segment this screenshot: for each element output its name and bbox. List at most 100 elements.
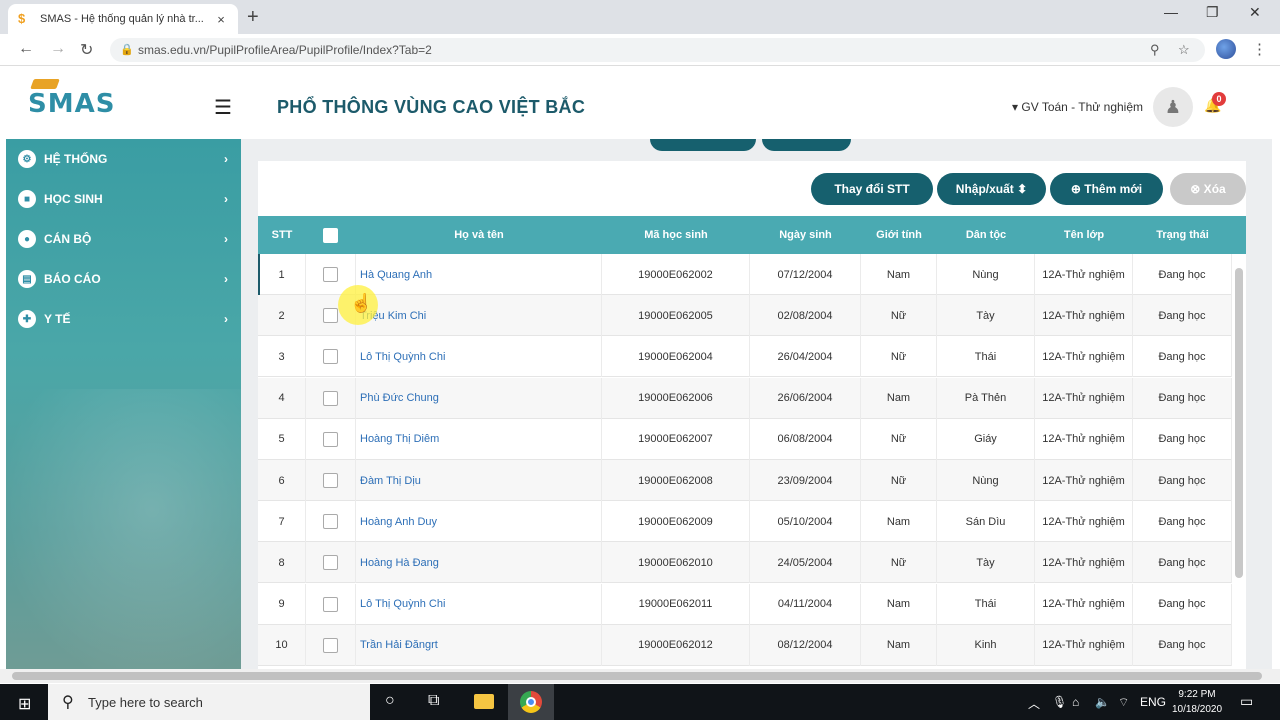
import-export-dropdown[interactable]: Nhập/xuất ⬍ [937, 173, 1046, 205]
tray-chevron-icon[interactable]: ︿ [1028, 695, 1040, 712]
row-checkbox[interactable] [323, 637, 338, 653]
sidebar-item-hoc-sinh[interactable]: ■ HỌC SINH › [18, 189, 228, 209]
table-row[interactable]: 5 Hoàng Thị Diêm 19000E062007 06/08/2004 Nữ G… [258, 418, 1232, 460]
header-gender[interactable]: Giới tính [861, 216, 937, 254]
smas-logo[interactable]: SMAS [28, 79, 115, 119]
row-checkbox[interactable] [323, 596, 338, 612]
window-close-icon[interactable]: ✕ [1249, 4, 1261, 21]
top-button-partial[interactable] [650, 139, 756, 151]
row-checkbox[interactable] [323, 308, 338, 324]
horizontal-scrollbar[interactable] [0, 669, 1280, 683]
browser-menu-icon[interactable]: ⋮ [1252, 40, 1267, 58]
student-name-link[interactable]: Trần Hải Đăngrt [360, 639, 438, 651]
table-row[interactable]: 10 Trần Hải Đăngrt 19000E062012 08/12/2004 N… [258, 624, 1232, 666]
student-code-cell: 19000E062002 [638, 268, 713, 281]
volume-icon[interactable]: 🔈 [1095, 695, 1110, 709]
user-menu[interactable]: ▾ GV Toán - Thử nghiệm [1012, 100, 1143, 114]
header-ethnic[interactable]: Dân tộc [937, 216, 1035, 254]
header-class[interactable]: Tên lớp [1035, 216, 1133, 254]
microphone-icon[interactable]: 🎙 [1052, 695, 1067, 709]
change-order-button[interactable]: Thay đổi STT [811, 173, 933, 205]
student-name-link[interactable]: Hoàng Thị Diêm [360, 433, 439, 445]
bookmark-star-icon[interactable]: ☆ [1178, 38, 1190, 62]
student-code-cell-container: 19000E062009 [602, 501, 750, 543]
sidebar-item-y-te[interactable]: ✚ Y TẾ › [18, 309, 228, 329]
gender-cell-container: Nữ [861, 460, 937, 501]
stt-cell: 9 [278, 598, 285, 611]
table-row[interactable]: 4 Phù Đức Chung 19000E062006 26/06/2004 Nam P… [258, 377, 1232, 419]
delete-button[interactable]: ⊗ Xóa [1170, 173, 1246, 205]
sidebar-item-bao-cao[interactable]: ▤ BÁO CÁO › [18, 269, 228, 289]
back-icon[interactable]: ← [18, 40, 34, 58]
sidebar-item-he-thong[interactable]: ⚙ HỆ THỐNG › [18, 149, 228, 169]
table-row[interactable]: 2 Triệu Kim Chi 19000E062005 02/08/2004 Nữ Tà… [258, 295, 1232, 337]
top-button-partial-2[interactable] [762, 139, 851, 151]
student-name-link[interactable]: Hoàng Hà Đang [360, 557, 439, 569]
row-checkbox[interactable] [323, 473, 338, 488]
row-checkbox[interactable] [323, 555, 338, 571]
profile-avatar-icon[interactable] [1216, 39, 1236, 59]
header-status[interactable]: Trạng thái [1133, 216, 1232, 254]
student-name-link[interactable]: Đàm Thị Dịu [360, 475, 421, 487]
header-name[interactable]: Họ và tên [356, 216, 602, 254]
chevron-right-icon: › [224, 312, 228, 326]
dob-cell-container: 24/05/2004 [750, 542, 861, 584]
row-checkbox[interactable] [323, 267, 338, 282]
sidebar-item-can-bo[interactable]: ● CÁN BỘ › [18, 229, 228, 249]
school-name: PHỔ THÔNG VÙNG CAO VIỆT BẮC [277, 97, 586, 117]
tab-close-icon[interactable]: × [214, 12, 228, 27]
task-view-icon[interactable]: ⧉ [428, 692, 439, 710]
student-code-cell: 19000E062005 [638, 309, 713, 322]
status-cell: Đang học [1158, 268, 1206, 281]
wifi-icon[interactable]: ⌔ [1118, 695, 1129, 710]
student-name-link[interactable]: Lô Thị Quỳnh Chi [360, 351, 445, 363]
dob-cell: 07/12/2004 [777, 268, 833, 281]
network-icon[interactable]: ⌂ [1072, 695, 1079, 709]
row-checkbox[interactable] [323, 514, 338, 530]
windows-start-icon[interactable]: ⊞ [18, 694, 31, 714]
chrome-icon[interactable] [520, 691, 542, 713]
zoom-icon[interactable]: ⚲ [1150, 38, 1160, 62]
new-tab-button[interactable]: + [247, 6, 259, 29]
hamburger-menu-icon[interactable]: ☰ [214, 95, 232, 120]
minimize-icon[interactable]: — [1164, 4, 1178, 20]
url-field[interactable]: 🔒 smas.edu.vn/PupilProfileArea/PupilProf… [110, 38, 1205, 62]
cortana-icon[interactable]: ○ [385, 692, 395, 710]
student-code-cell: 19000E062008 [638, 474, 713, 487]
student-name-link[interactable]: Lô Thị Quỳnh Chi [360, 598, 445, 610]
header-code[interactable]: Mã học sinh [602, 216, 750, 254]
header-dob[interactable]: Ngày sinh [750, 216, 861, 254]
stt-cell-container: 5 [258, 418, 306, 460]
sidebar-item-label: Y TẾ [44, 312, 71, 326]
vertical-scrollbar[interactable] [1234, 258, 1244, 668]
scrollbar-thumb[interactable] [1235, 268, 1243, 578]
row-checkbox[interactable] [323, 390, 338, 406]
student-name-link[interactable]: Hà Quang Anh [360, 269, 432, 281]
forward-icon[interactable]: → [50, 40, 66, 58]
table-row[interactable]: 9 Lô Thị Quỳnh Chi 19000E062011 04/11/2004 N… [258, 583, 1232, 625]
select-all-checkbox[interactable] [323, 228, 338, 243]
maximize-icon[interactable]: ❐ [1206, 4, 1219, 21]
table-row[interactable]: 7 Hoàng Anh Duy 19000E062009 05/10/2004 Nam S… [258, 501, 1232, 543]
table-row[interactable]: 6 Đàm Thị Dịu 19000E062008 23/09/2004 Nữ Nùng… [258, 460, 1232, 501]
system-clock[interactable]: 9:22 PM 10/18/2020 [1168, 687, 1226, 717]
student-code-cell-container: 19000E062002 [602, 254, 750, 295]
row-checkbox[interactable] [323, 431, 338, 447]
browser-tab[interactable]: $ SMAS - Hệ thống quản lý nhà tr... × [8, 4, 238, 34]
language-indicator[interactable]: ENG [1140, 695, 1166, 709]
file-explorer-icon[interactable] [474, 694, 494, 709]
ethnic-cell-container: Nùng [937, 254, 1035, 295]
table-row[interactable]: 3 Lô Thị Quỳnh Chi 19000E062004 26/04/2004 N… [258, 336, 1232, 378]
notifications-icon[interactable]: ▭ [1240, 693, 1253, 710]
student-name-link[interactable]: Phù Đức Chung [360, 392, 439, 404]
table-row[interactable]: 1 Hà Quang Anh 19000E062002 07/12/2004 Nam Nù… [258, 254, 1232, 295]
header-stt[interactable]: STT [258, 216, 306, 254]
table-row[interactable]: 8 Hoàng Hà Đang 19000E062010 24/05/2004 Nữ Tà… [258, 542, 1232, 584]
add-new-button[interactable]: ⊕ Thêm mới [1050, 173, 1163, 205]
row-checkbox[interactable] [323, 349, 338, 365]
taskbar-search[interactable]: ⚲ Type here to search [48, 684, 370, 720]
reload-icon[interactable]: ↻ [80, 40, 93, 60]
scrollbar-thumb[interactable] [12, 672, 1262, 680]
user-avatar[interactable]: ♟ [1153, 87, 1193, 127]
student-name-link[interactable]: Hoàng Anh Duy [360, 516, 437, 528]
